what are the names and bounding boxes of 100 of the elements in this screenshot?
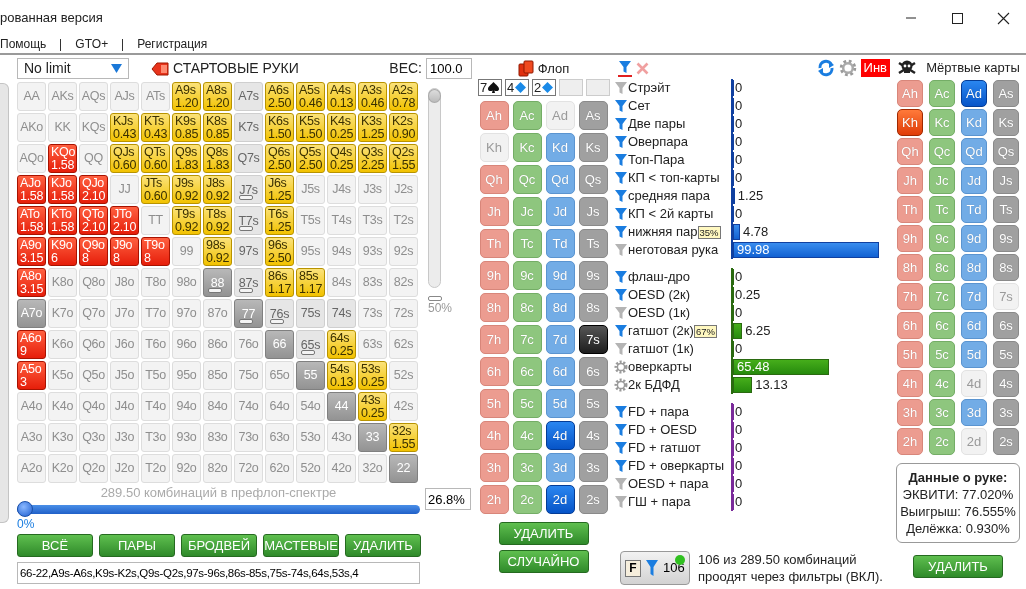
hand-cell[interactable]: A3s 0.46 <box>358 82 387 111</box>
hand-cell[interactable]: 73o <box>234 423 263 452</box>
filter-icon[interactable] <box>614 117 628 131</box>
hand-cell[interactable]: J4o <box>110 392 139 421</box>
hand-cell[interactable]: KJo 1.58 <box>48 175 77 204</box>
hand-cell[interactable]: A8o 3.15 <box>17 268 46 297</box>
hand-cell[interactable]: J7o <box>110 299 139 328</box>
hand-cell[interactable]: A3o <box>17 423 46 452</box>
hand-cell[interactable]: ATo 1.58 <box>17 206 46 235</box>
hand-cell[interactable]: KTs 0.43 <box>141 113 170 142</box>
hand-cell[interactable]: KK <box>48 113 77 142</box>
hand-cell[interactable]: 86s 1.17 <box>265 268 294 297</box>
card-button[interactable]: Kc <box>929 109 955 136</box>
filter-icon[interactable] <box>614 207 628 221</box>
filter-icon[interactable] <box>614 459 628 473</box>
card-button[interactable]: Jh <box>897 167 923 194</box>
menu-item[interactable]: Помощь <box>0 37 47 52</box>
hand-cell[interactable]: 32o <box>358 454 387 483</box>
card-button[interactable]: 2h <box>479 485 509 514</box>
hand-cell[interactable]: 33 <box>358 423 387 452</box>
hand-cell[interactable]: 92s <box>389 237 418 266</box>
filter-icon[interactable] <box>614 153 628 167</box>
card-button[interactable]: Ks <box>578 133 608 162</box>
hand-cell[interactable]: T6o <box>141 330 170 359</box>
hand-cell[interactable]: 63s <box>358 330 387 359</box>
hand-cell[interactable]: 75o <box>234 361 263 390</box>
range-button[interactable]: ПАРЫ <box>99 533 175 557</box>
hand-cell[interactable]: Q8o <box>79 268 108 297</box>
card-button[interactable]: 8s <box>578 293 608 322</box>
hand-cell[interactable]: T3o <box>141 423 170 452</box>
close-icon[interactable] <box>996 11 1010 25</box>
filter-icon[interactable] <box>614 324 628 338</box>
filter-icon[interactable] <box>614 171 628 185</box>
range-button[interactable]: БРОДВЕЙ <box>181 533 257 557</box>
hand-cell[interactable]: K8s 0.85 <box>203 113 232 142</box>
hand-cell[interactable]: T9s 0.92 <box>172 206 201 235</box>
hand-cell[interactable]: A4o <box>17 392 46 421</box>
card-button[interactable]: 5d <box>961 341 987 368</box>
hand-cell[interactable]: QJs 0.60 <box>110 144 139 173</box>
card-button[interactable]: Js <box>993 167 1019 194</box>
hand-cell[interactable]: Q3s 2.25 <box>358 144 387 173</box>
hand-cell[interactable]: 66 <box>265 330 294 359</box>
hand-cell[interactable]: J8o <box>110 268 139 297</box>
card-button[interactable]: 9d <box>961 225 987 252</box>
hand-cell[interactable]: J6s 1.25 <box>265 175 294 204</box>
hand-cell[interactable]: J5s <box>296 175 325 204</box>
card-button[interactable]: Kc <box>512 133 542 162</box>
hand-cell[interactable]: 96s 2.50 <box>265 237 294 266</box>
hand-cell[interactable]: T8o <box>141 268 170 297</box>
hand-cell[interactable]: Q5s 2.50 <box>296 144 325 173</box>
filter-icon[interactable] <box>614 423 628 437</box>
card-button[interactable]: 8h <box>479 293 509 322</box>
hand-cell[interactable]: T4s <box>327 206 356 235</box>
hand-cell[interactable]: 63o <box>265 423 294 452</box>
hand-cell[interactable]: AQs <box>79 82 108 111</box>
hand-cell[interactable]: 64s 0.25 <box>327 330 356 359</box>
hand-cell[interactable]: A7s <box>234 82 263 111</box>
clear-button[interactable]: УДАЛИТЬ <box>913 555 1003 578</box>
card-button[interactable]: 2h <box>897 428 923 455</box>
card-button[interactable]: 3s <box>993 399 1019 426</box>
hand-cell[interactable]: A5s 0.46 <box>296 82 325 111</box>
hand-cell[interactable]: 97s <box>234 237 263 266</box>
hand-cell[interactable]: 93o <box>172 423 201 452</box>
card-button[interactable]: Th <box>479 229 509 258</box>
card-button[interactable]: 2c <box>512 485 542 514</box>
hand-cell[interactable]: A2s 0.78 <box>389 82 418 111</box>
card-button[interactable]: 6s <box>578 357 608 386</box>
hand-cell[interactable]: JTs 0.60 <box>141 175 170 204</box>
hand-cell[interactable]: Q7s <box>234 144 263 173</box>
hand-cell[interactable]: K6s 1.50 <box>265 113 294 142</box>
hand-cell[interactable]: 92o <box>172 454 201 483</box>
weight-slider[interactable] <box>428 88 441 288</box>
hand-cell[interactable]: J9o 8 <box>110 237 139 266</box>
card-button[interactable]: 2s <box>578 485 608 514</box>
card-button[interactable]: 7c <box>512 325 542 354</box>
card-button[interactable]: 3c <box>929 399 955 426</box>
card-button[interactable]: 7c <box>929 283 955 310</box>
card-button[interactable]: 4s <box>578 421 608 450</box>
hand-cell[interactable]: QJo 2.10 <box>79 175 108 204</box>
hand-cell[interactable]: 93s <box>358 237 387 266</box>
hand-cell[interactable]: 72s <box>389 299 418 328</box>
card-button[interactable]: 4d <box>545 421 575 450</box>
card-button[interactable]: 8d <box>545 293 575 322</box>
hand-cell[interactable]: JTo 2.10 <box>110 206 139 235</box>
hand-cell[interactable]: 85s 1.17 <box>296 268 325 297</box>
hand-cell[interactable]: 95o <box>172 361 201 390</box>
hand-cell[interactable]: Q8s 1.83 <box>203 144 232 173</box>
percent-field[interactable]: 26.8% <box>425 488 471 510</box>
card-button[interactable]: Qs <box>578 165 608 194</box>
card-button[interactable]: 3s <box>578 453 608 482</box>
filter-icon[interactable] <box>614 441 628 455</box>
hand-cell[interactable]: J3s <box>358 175 387 204</box>
hand-cell[interactable]: T5s <box>296 206 325 235</box>
hand-cell[interactable]: A7o <box>17 299 46 328</box>
hand-cell[interactable]: 54s 0.13 <box>327 361 356 390</box>
hand-cell[interactable]: AJo 1.58 <box>17 175 46 204</box>
card-button[interactable]: Ts <box>578 229 608 258</box>
hand-cell[interactable]: Q6o <box>79 330 108 359</box>
hand-cell[interactable]: K3o <box>48 423 77 452</box>
hand-cell[interactable]: T3s <box>358 206 387 235</box>
